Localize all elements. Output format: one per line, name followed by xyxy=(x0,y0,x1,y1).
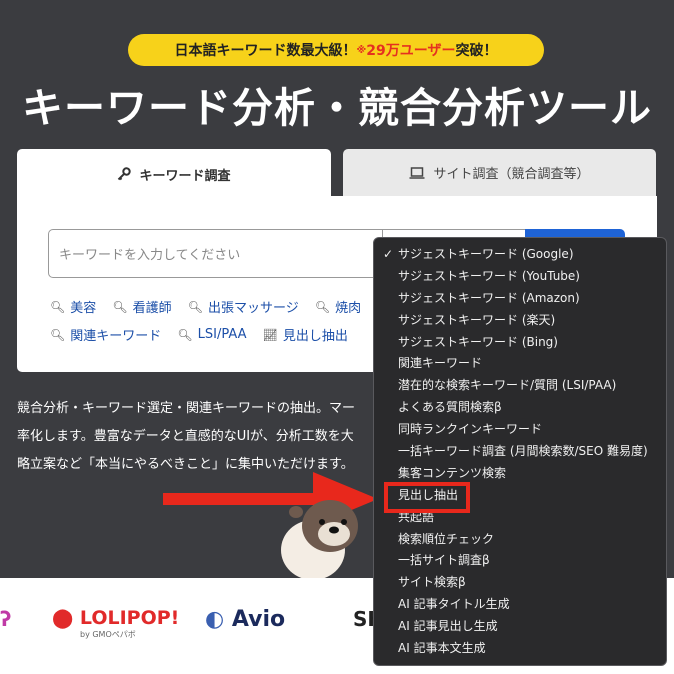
dropdown-option[interactable]: AI 記事タイトル生成 xyxy=(374,594,666,616)
tab-keyword-research[interactable]: キーワード調査 xyxy=(17,149,331,199)
dropdown-option[interactable]: サジェストキーワード (YouTube) xyxy=(374,266,666,288)
dropdown-option[interactable]: サジェストキーワード (Amazon) xyxy=(374,288,666,310)
search-icon: 🔍︎ xyxy=(187,299,204,314)
quick-link[interactable]: 📈︎ 見出し抽出 xyxy=(262,325,348,345)
dropdown-option[interactable]: サジェストキーワード (楽天) xyxy=(374,310,666,332)
quick-links-row1: 🔍︎ 美容 🔍︎ 看護師 🔍︎ 出張マッサージ 🔍︎ 焼肉 xyxy=(50,297,373,317)
avio-logo: ◐ xyxy=(205,607,225,632)
tab-label: キーワード調査 xyxy=(139,168,231,184)
search-icon: 🔍︎ xyxy=(50,327,66,342)
page-title: キーワード分析・競合分析ツール xyxy=(22,84,652,132)
dropdown-option[interactable]: 関連キーワード xyxy=(374,353,666,375)
dropdown-option[interactable]: よくある質問検索β xyxy=(374,397,666,419)
chart-icon: 📈︎ xyxy=(262,327,278,342)
partner-logo-avio: ◐ Avio xyxy=(205,607,286,632)
laptop-icon xyxy=(409,166,425,179)
dropdown-option[interactable]: サジェストキーワード (Bing) xyxy=(374,332,666,354)
search-icon: 🔍︎ xyxy=(50,299,66,314)
quick-link[interactable]: 🔍︎ 関連キーワード xyxy=(50,325,161,345)
partner-logo-lolipop: ⬤ LOLIPOP! by GMOペパボ xyxy=(52,607,180,639)
quick-links-row2: 🔍︎ 関連キーワード 🔍︎ LSI/PAA 📈︎ 見出し抽出 xyxy=(50,325,360,344)
otter-mascot xyxy=(281,500,358,578)
dropdown-option[interactable]: ✓ サジェストキーワード (Google) xyxy=(374,244,666,266)
dropdown-option[interactable]: 一括サイト調査β xyxy=(374,550,666,572)
key-icon xyxy=(118,167,132,181)
search-type-dropdown[interactable]: ✓ サジェストキーワード (Google) サジェストキーワード (YouTube… xyxy=(373,237,667,666)
tab-label: サイト調査（競合調査等） xyxy=(433,167,590,182)
quick-link[interactable]: 🔍︎ 出張マッサージ xyxy=(187,297,299,317)
dropdown-option[interactable]: AI 記事見出し生成 xyxy=(374,616,666,638)
description: 競合分析・キーワード選定・関連キーワードの抽出。マー 率化します。豊富なデータと… xyxy=(17,401,356,472)
search-input[interactable]: キーワードを入力してください xyxy=(48,229,383,278)
dropdown-option[interactable]: サイト検索β xyxy=(374,572,666,594)
quick-link[interactable]: 🔍︎ 看護師 xyxy=(112,297,171,317)
dropdown-option[interactable]: AI 記事本文生成 xyxy=(374,638,666,660)
promo-badge: 日本語キーワード数最大級！ ※ 29万ユーザー 突破！ xyxy=(128,34,544,66)
lolipop-logo: ⬤ xyxy=(52,607,74,629)
search-icon: 🔍︎ xyxy=(314,299,331,314)
checkmark-icon: ✓ xyxy=(383,247,394,261)
highlight-box xyxy=(384,482,470,513)
search-icon: 🔍︎ xyxy=(177,327,193,342)
dropdown-option[interactable]: 検索順位チェック xyxy=(374,529,666,551)
dropdown-option[interactable]: 潜在的な検索キーワード/質問 (LSI/PAA) xyxy=(374,375,666,397)
quick-link[interactable]: 🔍︎ 美容 xyxy=(50,297,96,317)
search-icon: 🔍︎ xyxy=(112,299,128,314)
quick-link[interactable]: 🔍︎ 焼肉 xyxy=(314,297,361,317)
tab-site-research[interactable]: サイト調査（競合調査等） xyxy=(343,149,656,196)
dropdown-option[interactable]: 一括キーワード調査 (月間検索数/SEO 難易度) xyxy=(374,441,666,463)
quick-link[interactable]: 🔍︎ LSI/PAA xyxy=(177,327,246,342)
dropdown-option[interactable]: 同時ランクインキーワード xyxy=(374,419,666,441)
partner-logo-partial: ʔ xyxy=(0,607,12,631)
